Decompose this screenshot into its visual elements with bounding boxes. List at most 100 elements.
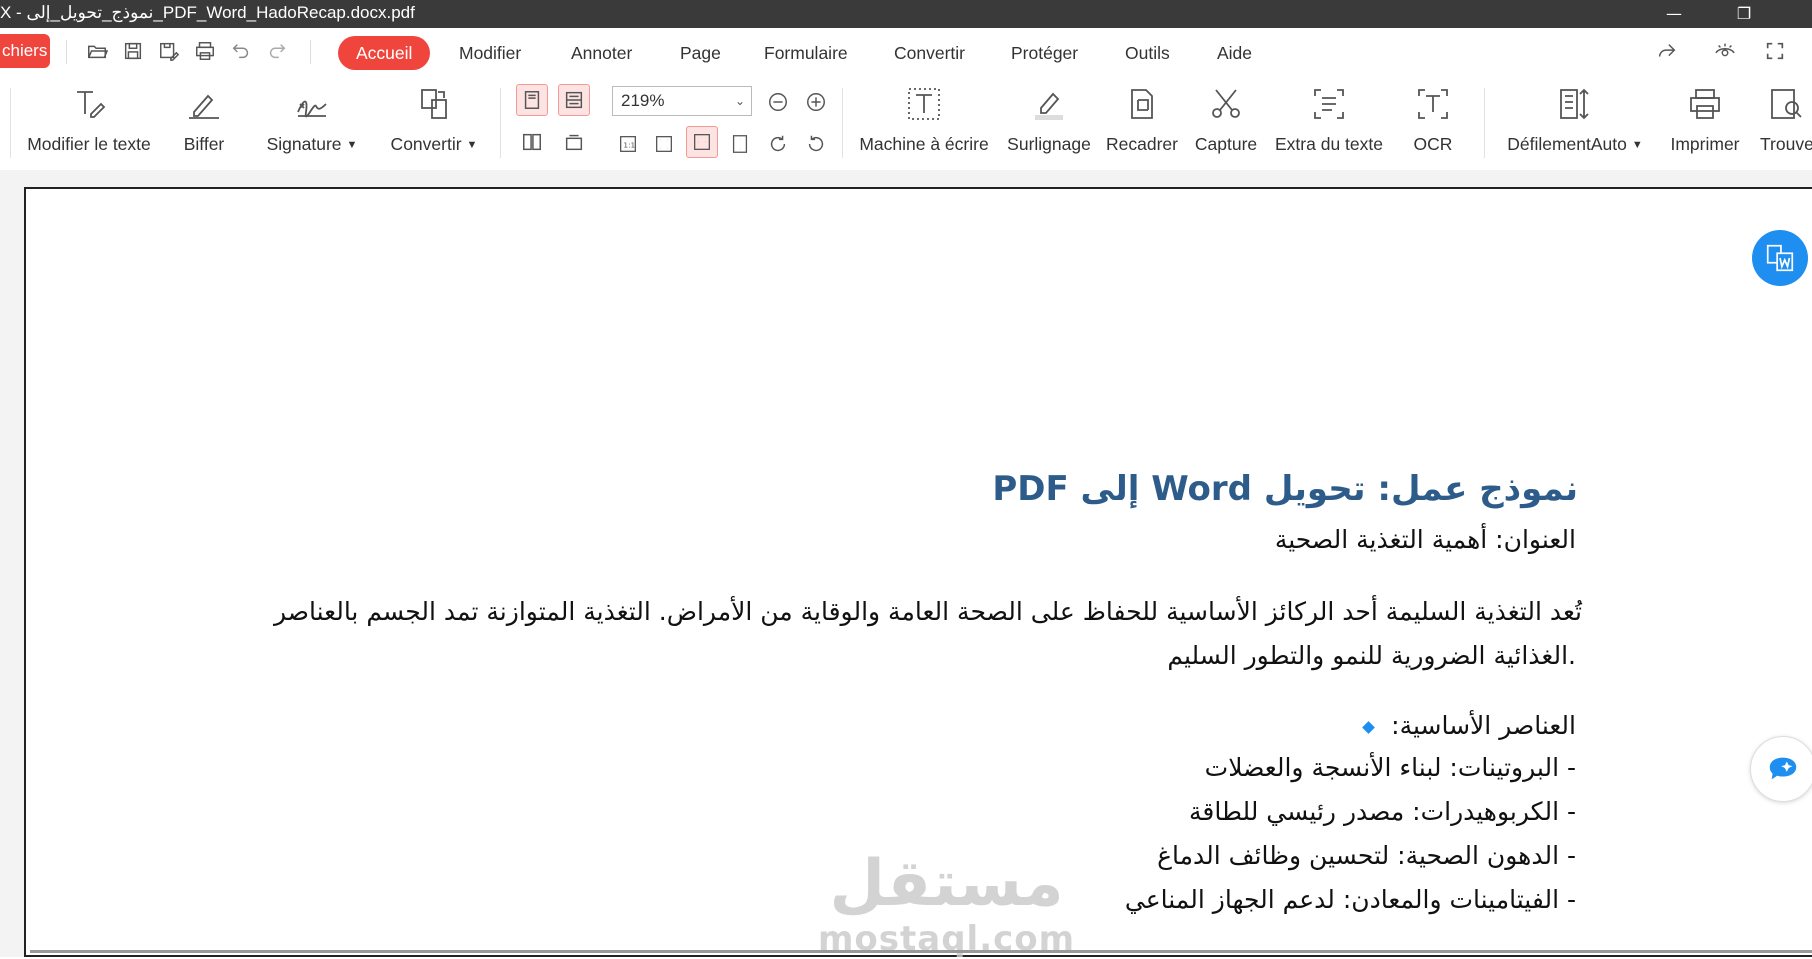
convert-to-word-button[interactable] [1752,230,1808,286]
paragraph-line-1: تُعد التغذية السليمة أحد الركائز الأساسي… [273,597,1582,626]
divider [1484,88,1485,158]
crop-tool[interactable]: Recadrer [1104,78,1180,168]
minimize-button[interactable]: — [1662,4,1686,23]
fullscreen-icon[interactable] [1762,38,1788,64]
rotate-right-button[interactable] [762,128,794,160]
paragraph-line-2: .الغذائية الضرورية للنمو والتطور السليم [1167,641,1576,670]
restore-button[interactable]: ❐ [1732,4,1756,23]
word-convert-icon [1766,244,1794,272]
single-page-view-button[interactable] [516,84,548,116]
print-icon[interactable] [192,38,218,64]
edit-text-tool[interactable]: Modifier le texte [20,78,158,168]
save-icon[interactable] [120,38,146,64]
undo-icon[interactable] [228,38,254,64]
watermark: مستقل mostaql.com [818,849,1075,959]
save-as-icon[interactable] [156,38,182,64]
strikeout-icon [189,94,219,119]
rotate-left-button[interactable] [800,128,832,160]
printer-icon [1690,89,1720,119]
find-tool[interactable]: Trouve [1760,78,1812,168]
list-item: - الكربوهيدرات: مصدر رئيسي للطاقة [1188,797,1576,826]
file-menu-button[interactable]: chiers [0,34,50,68]
signature-label: Signature ▼ [266,134,358,154]
continuous-view-button[interactable] [558,84,590,116]
fit-height-button[interactable] [724,128,756,160]
autoscroll-tool[interactable]: DéfilementAuto ▼ [1500,78,1650,168]
eye-icon[interactable] [1712,38,1738,64]
divider [500,88,501,158]
divider [310,40,311,64]
find-label: Trouve [1760,134,1812,154]
print-label: Imprimer [1670,134,1740,154]
signature-tool[interactable]: Signature ▼ [262,78,362,168]
svg-text:1:1: 1:1 [623,141,635,150]
zoom-select[interactable]: 219% ⌄ [612,86,752,116]
highlight-label: Surlignage [1007,134,1091,154]
menu-outils[interactable]: Outils [1125,36,1170,70]
convert-label: Convertir ▼ [390,134,478,154]
zoom-out-button[interactable] [762,86,794,118]
diamond-bullet-icon [1362,720,1376,734]
pdf-page: نموذج عمل: تحويل Word إلى PDF العنوان: أ… [24,187,1812,959]
menu-formulaire[interactable]: Formulaire [764,36,848,70]
title-bar: X - نموذج_تحويل_إلى_PDF_Word_HadoRecap.d… [0,0,1812,28]
ocr-tool[interactable]: OCR [1396,78,1470,168]
typewriter-icon [908,88,940,120]
menu-convertir[interactable]: Convertir [894,36,965,70]
find-icon [1771,89,1802,119]
ai-chat-icon [1769,757,1797,780]
window-title: X - نموذج_تحويل_إلى_PDF_Word_HadoRecap.d… [0,3,415,22]
capture-label: Capture [1194,134,1258,154]
menu-modifier[interactable]: Modifier [459,36,521,70]
menu-proteger[interactable]: Protéger [1011,36,1078,70]
ocr-label: OCR [1413,134,1453,154]
extract-text-tool[interactable]: Extra du texte [1272,78,1386,168]
extract-text-icon [1314,89,1344,119]
strikeout-tool[interactable]: Biffer [172,78,236,168]
share-icon[interactable] [1654,38,1680,64]
divider [66,40,67,64]
ai-assistant-button[interactable] [1750,736,1812,802]
cover-view-button[interactable] [558,126,590,158]
actual-size-button[interactable]: 1:1 [612,128,644,160]
list-title-text: العناصر الأساسية: [1391,711,1576,740]
menu-aide[interactable]: Aide [1217,36,1252,70]
menu-bar: chiers Accueil Modifier Annoter Page For… [0,28,1812,78]
list-item: - الدهون الصحية: لتحسين وظائف الدماغ [1157,841,1576,870]
strikeout-label: Biffer [183,134,225,154]
autoscroll-icon [1560,88,1589,120]
list-item: - البروتينات: لبناء الأنسجة والعضلات [1204,753,1576,782]
zoom-in-button[interactable] [800,86,832,118]
list-item: - الفيتامينات والمعادن: لدعم الجهاز المن… [1124,885,1576,914]
edit-text-label: Modifier le texte [27,134,151,154]
convert-icon [421,89,447,119]
crop-label: Recadrer [1106,134,1178,154]
redo-icon[interactable] [264,38,290,64]
signature-icon [297,100,327,118]
crop-icon [1131,89,1153,119]
watermark-arabic: مستقل [829,847,1064,921]
divider [842,88,843,158]
print-tool[interactable]: Imprimer [1666,78,1744,168]
divider [10,88,11,158]
typewriter-tool[interactable]: Machine à écrire [854,78,994,168]
convert-tool[interactable]: Convertir ▼ [382,78,486,168]
ocr-icon [1418,89,1448,119]
fit-width-button[interactable] [686,126,718,158]
menu-accueil[interactable]: Accueil [338,36,431,70]
edit-text-icon [77,91,106,118]
document-subtitle: العنوان: أهمية التغذية الصحية [1274,525,1576,554]
capture-tool[interactable]: Capture [1190,78,1262,168]
document-heading: نموذج عمل: تحويل Word إلى PDF [992,469,1578,509]
horizontal-scrollbar[interactable] [30,950,1812,953]
fit-page-button[interactable] [648,128,680,160]
open-folder-icon[interactable] [84,38,110,64]
menu-page[interactable]: Page [680,36,721,70]
menu-annoter[interactable]: Annoter [571,36,632,70]
two-page-view-button[interactable] [516,126,548,158]
document-viewport: نموذج عمل: تحويل Word إلى PDF العنوان: أ… [0,170,1812,959]
typewriter-label: Machine à écrire [859,134,989,154]
autoscroll-label: DéfilementAuto ▼ [1507,134,1643,154]
highlight-tool[interactable]: Surlignage [1004,78,1094,168]
watermark-latin: mostaql.com [818,919,1076,959]
